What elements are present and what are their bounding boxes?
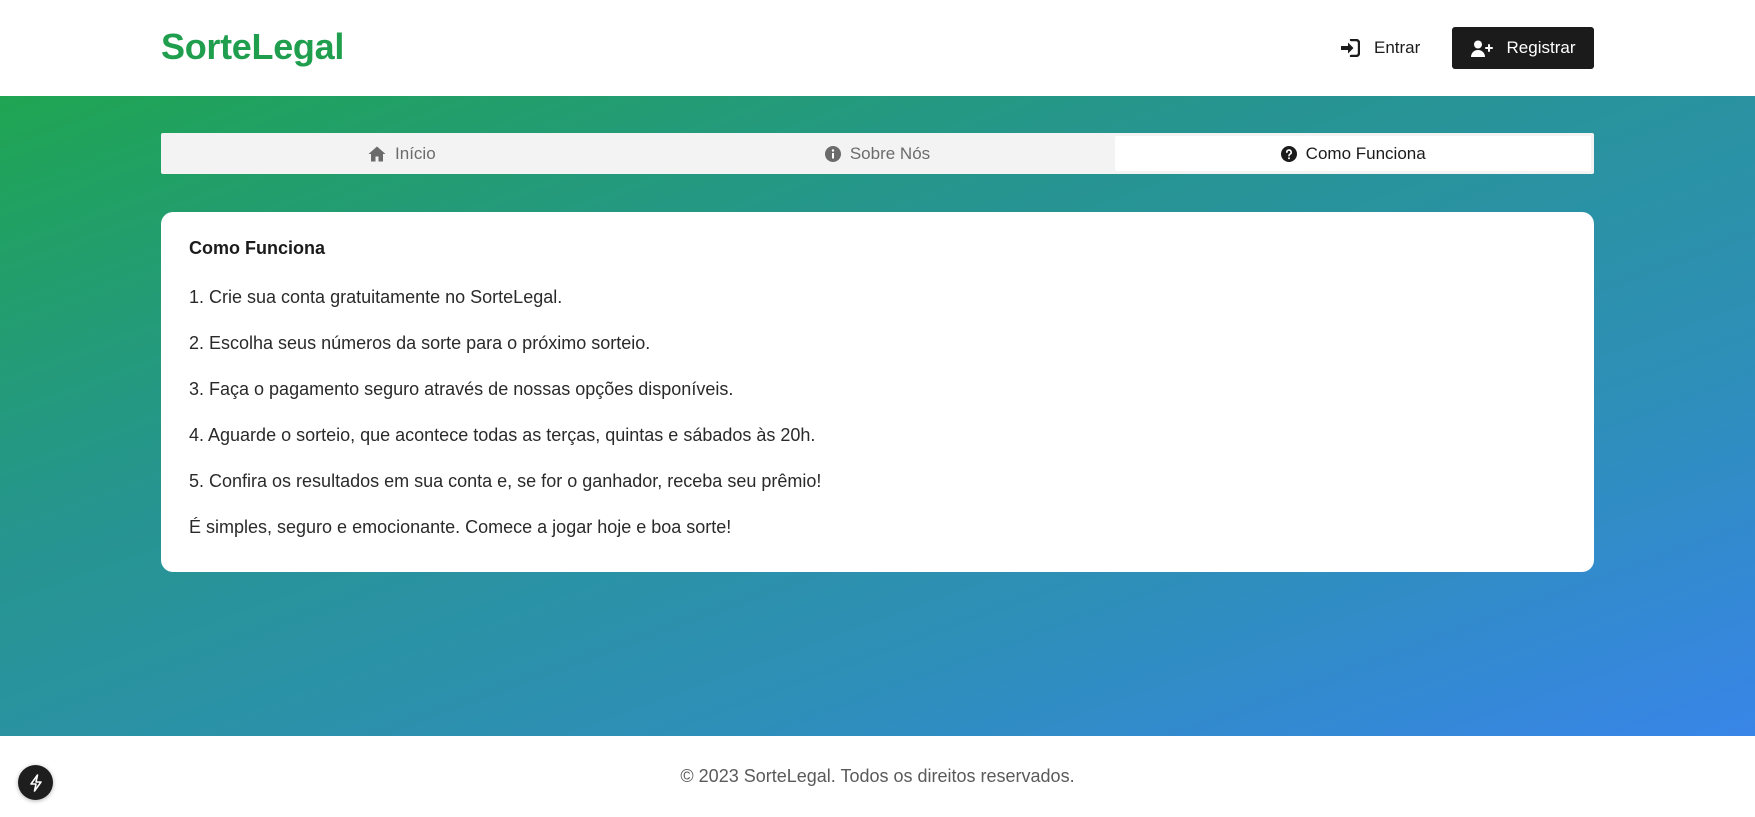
site-header: SorteLegal Entrar Registrar xyxy=(0,0,1755,96)
lightning-icon xyxy=(29,773,43,792)
content-card: Como Funciona 1. Crie sua conta gratuita… xyxy=(161,212,1594,572)
tab-como-funciona[interactable]: Como Funciona xyxy=(1115,136,1592,171)
home-icon xyxy=(368,146,386,162)
tab-label: Início xyxy=(395,143,436,163)
copyright-text: © 2023 SorteLegal. Todos os direitos res… xyxy=(680,766,1075,786)
login-button[interactable]: Entrar xyxy=(1330,27,1430,69)
login-label: Entrar xyxy=(1374,38,1421,57)
step-paragraph: 4. Aguarde o sorteio, que acontece todas… xyxy=(189,425,816,445)
tab-label: Sobre Nós xyxy=(849,143,931,163)
info-icon xyxy=(824,145,841,162)
lightning-button[interactable] xyxy=(18,765,53,800)
tab-sobre-nos[interactable]: Sobre Nós xyxy=(640,136,1116,171)
sign-in-icon xyxy=(1340,39,1360,57)
step-paragraph: 2. Escolha seus números da sorte para o … xyxy=(189,333,651,353)
tab-label: Como Funciona xyxy=(1305,143,1426,163)
step-paragraph: 5. Confira os resultados em sua conta e,… xyxy=(189,471,822,491)
register-button[interactable]: Registrar xyxy=(1452,27,1594,69)
closing-paragraph: É simples, seguro e emocionante. Comece … xyxy=(189,517,732,537)
card-title: Como Funciona xyxy=(189,238,325,258)
tab-bar: Início Sobre Nós Como Funciona xyxy=(161,133,1594,174)
question-icon xyxy=(1280,145,1297,162)
register-label: Registrar xyxy=(1506,38,1576,57)
logo[interactable]: SorteLegal xyxy=(161,26,344,68)
step-paragraph: 3. Faça o pagamento seguro através de no… xyxy=(189,379,734,399)
user-plus-icon xyxy=(1470,40,1493,57)
step-paragraph: 1. Crie sua conta gratuitamente no Sorte… xyxy=(189,287,563,307)
main-section: Início Sobre Nós Como Funciona Como Func… xyxy=(0,96,1755,736)
site-footer: © 2023 SorteLegal. Todos os direitos res… xyxy=(0,736,1755,817)
tab-inicio[interactable]: Início xyxy=(164,136,640,171)
